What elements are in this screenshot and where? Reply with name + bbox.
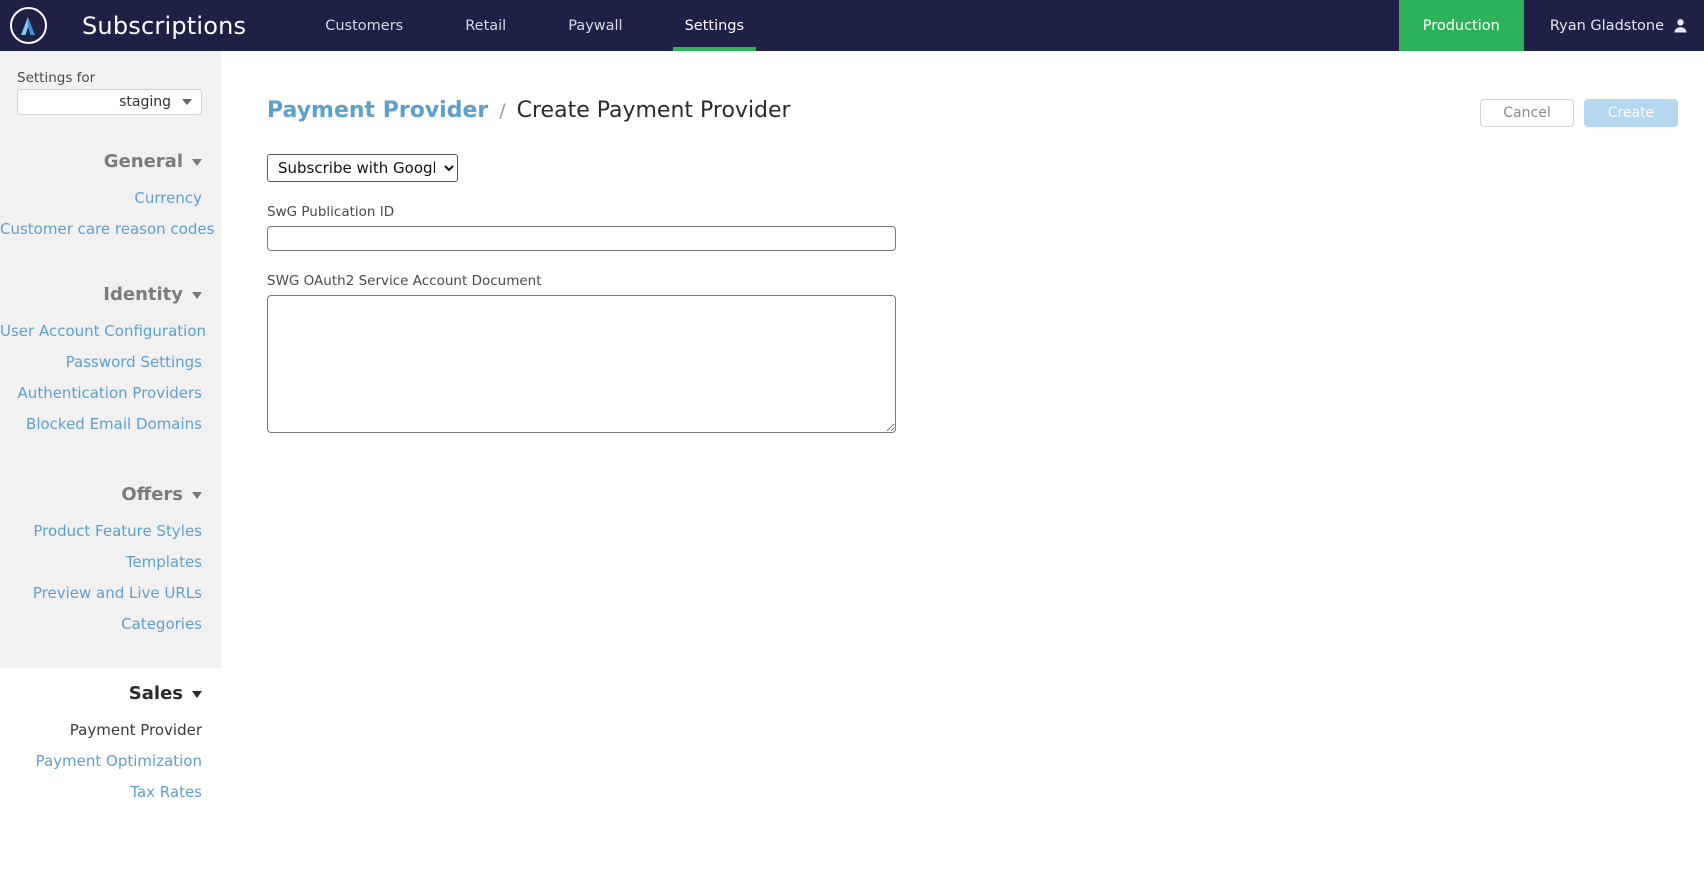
sidebar-group-sales: Sales Payment Provider Payment Optimizat… <box>0 683 221 807</box>
breadcrumb: Payment Provider / Create Payment Provid… <box>267 98 791 123</box>
cancel-button[interactable]: Cancel <box>1480 99 1574 127</box>
sidebar-item-payment-provider[interactable]: Payment Provider <box>0 714 221 745</box>
sidebar-group-title-general: General <box>103 151 183 172</box>
sidebar-item-user-account-configuration[interactable]: User Account Configuration <box>0 315 221 346</box>
chevron-down-icon <box>192 691 202 698</box>
swg-publication-id-input[interactable] <box>267 226 896 251</box>
sidebar-group-offers: Offers Product Feature Styles Templates … <box>0 484 221 639</box>
sidebar-links-sales: Payment Provider Payment Optimization Ta… <box>0 714 221 807</box>
main-content: Payment Provider / Create Payment Provid… <box>221 51 1704 886</box>
create-payment-provider-form: Subscribe with Google SwG Publication ID… <box>267 154 896 433</box>
brand-logo[interactable] <box>0 0 56 51</box>
settings-for-label: Settings for <box>17 70 96 86</box>
environment-select[interactable]: staging <box>17 89 202 115</box>
sidebar-group-title-offers: Offers <box>121 484 183 505</box>
sidebar-group-header-sales[interactable]: Sales <box>0 683 221 704</box>
chevron-down-icon <box>192 292 202 299</box>
nav-item-paywall[interactable]: Paywall <box>537 0 653 51</box>
field-swg-oauth2-service-account-document: SWG OAuth2 Service Account Document <box>267 273 896 433</box>
person-icon <box>1673 18 1688 33</box>
sidebar-group-general: General Currency Customer care reason co… <box>0 151 221 244</box>
sidebar-item-customer-care-reason-codes[interactable]: Customer care reason codes <box>0 213 221 244</box>
environment-badge[interactable]: Production <box>1398 0 1524 51</box>
create-button[interactable]: Create <box>1584 99 1678 127</box>
nav-item-customers[interactable]: Customers <box>294 0 434 51</box>
top-navigation-bar: Subscriptions Customers Retail Paywall S… <box>0 0 1704 51</box>
sidebar-links-general: Currency Customer care reason codes <box>0 182 221 244</box>
sidebar-item-tax-rates[interactable]: Tax Rates <box>0 776 221 807</box>
sidebar-item-currency[interactable]: Currency <box>0 182 221 213</box>
nav-item-settings[interactable]: Settings <box>654 0 775 51</box>
sidebar-item-categories[interactable]: Categories <box>0 608 221 639</box>
chevron-down-icon <box>192 492 202 499</box>
user-name-label: Ryan Gladstone <box>1549 17 1664 34</box>
breadcrumb-separator: / <box>499 100 506 122</box>
sidebar-group-header-offers[interactable]: Offers <box>0 484 221 505</box>
primary-nav: Customers Retail Paywall Settings <box>294 0 775 51</box>
app-title: Subscriptions <box>82 11 247 40</box>
user-menu[interactable]: Ryan Gladstone <box>1524 0 1704 51</box>
swg-oauth2-service-account-document-textarea[interactable] <box>267 295 896 433</box>
swg-publication-id-label: SwG Publication ID <box>267 204 395 220</box>
sidebar-item-preview-and-live-urls[interactable]: Preview and Live URLs <box>0 577 221 608</box>
chevron-down-icon <box>182 99 192 105</box>
sidebar-item-authentication-providers[interactable]: Authentication Providers <box>0 377 221 408</box>
environment-selector-wrap: staging <box>17 89 202 115</box>
sidebar-item-password-settings[interactable]: Password Settings <box>0 346 221 377</box>
sidebar-group-header-general[interactable]: General <box>0 151 221 172</box>
sidebar-group-title-identity: Identity <box>103 284 183 305</box>
payment-provider-type-select[interactable]: Subscribe with Google <box>267 154 458 182</box>
sidebar-group-header-identity[interactable]: Identity <box>0 284 221 305</box>
field-swg-publication-id: SwG Publication ID <box>267 204 896 251</box>
apex-a-logo-icon <box>9 7 47 44</box>
sidebar-group-identity: Identity User Account Configuration Pass… <box>0 284 221 439</box>
sidebar-links-offers: Product Feature Styles Templates Preview… <box>0 515 221 639</box>
chevron-down-icon <box>192 159 202 166</box>
sidebar-item-product-feature-styles[interactable]: Product Feature Styles <box>0 515 221 546</box>
swg-oauth2-service-account-document-label: SWG OAuth2 Service Account Document <box>267 273 542 289</box>
sidebar-item-blocked-email-domains[interactable]: Blocked Email Domains <box>0 408 221 439</box>
sidebar-item-payment-optimization[interactable]: Payment Optimization <box>0 745 221 776</box>
breadcrumb-parent-link[interactable]: Payment Provider <box>267 98 488 123</box>
page-actions: Cancel Create <box>1480 99 1678 127</box>
sidebar-content: Settings for staging General Currency Cu… <box>0 51 221 886</box>
nav-item-retail[interactable]: Retail <box>434 0 537 51</box>
page-title: Create Payment Provider <box>516 98 791 123</box>
sidebar-links-identity: User Account Configuration Password Sett… <box>0 315 221 439</box>
environment-select-value: staging <box>119 94 171 110</box>
sidebar-item-templates[interactable]: Templates <box>0 546 221 577</box>
sidebar-group-title-sales: Sales <box>128 683 183 704</box>
